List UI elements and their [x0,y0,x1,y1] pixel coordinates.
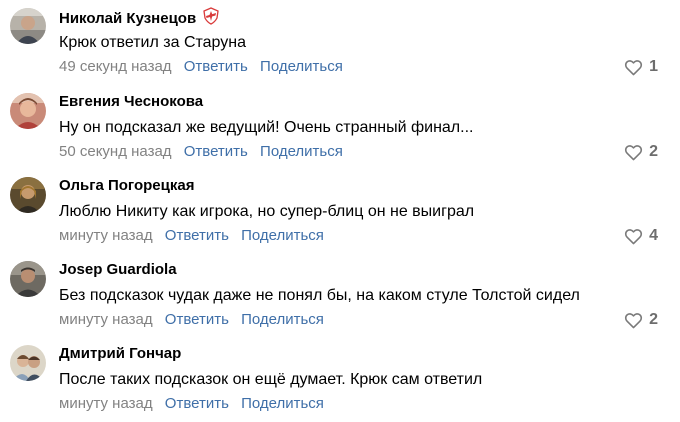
share-button[interactable]: Поделиться [241,311,324,328]
reply-button[interactable]: Ответить [184,58,248,75]
comment-item: Евгения Чеснокова Ну он подсказал же вед… [0,85,680,169]
heart-outline-icon [625,312,643,328]
author-name[interactable]: Евгения Чеснокова [59,93,203,110]
comments-feed: Николай Кузнецов Крюк ответил за Старуна… [0,0,680,422]
comment-item: Ольга Погорецкая Люблю Никиту как игрока… [0,169,680,253]
share-button[interactable]: Поделиться [241,227,324,244]
like-count: 1 [649,58,658,75]
heart-outline-icon [625,228,643,244]
like-count: 2 [649,311,658,328]
comment-text: Крюк ответил за Старуна [59,34,247,51]
like-count: 2 [649,143,658,160]
comment-author[interactable]: Николай Кузнецов [59,7,220,29]
avatar[interactable] [10,8,46,44]
comment-timestamp[interactable]: 50 секунд назад [59,143,172,160]
comment-author[interactable]: Ольга Погорецкая [59,176,194,196]
share-button[interactable]: Поделиться [260,58,343,75]
like-button[interactable]: 2 [624,142,658,162]
comment-author[interactable]: Евгения Чеснокова [59,92,203,112]
avatar[interactable] [10,93,46,129]
comment-timestamp[interactable]: минуту назад [59,311,153,328]
avatar[interactable] [10,345,46,381]
comment-meta: 49 секунд назад Ответить Поделиться [59,57,343,77]
comment-text: Ну он подсказал же ведущий! Очень странн… [59,119,474,136]
like-button[interactable]: 2 [624,310,658,330]
comment-meta: минуту назад Ответить Поделиться [59,394,324,414]
share-button[interactable]: Поделиться [260,143,343,160]
comment-text: Люблю Никиту как игрока, но супер-блиц о… [59,203,475,220]
author-name[interactable]: Ольга Погорецкая [59,177,194,194]
comment-text: После таких подсказок он ещё думает. Крю… [59,371,483,388]
author-name[interactable]: Дмитрий Гончар [59,345,181,362]
comment-meta: минуту назад Ответить Поделиться [59,226,324,246]
avatar[interactable] [10,177,46,213]
reply-button[interactable]: Ответить [165,311,229,328]
share-button[interactable]: Поделиться [241,395,324,412]
comment-item: Дмитрий Гончар После таких подсказок он … [0,337,680,421]
reply-button[interactable]: Ответить [165,227,229,244]
like-count: 4 [649,227,658,244]
comment-item: Николай Кузнецов Крюк ответил за Старуна… [0,0,680,84]
comment-timestamp[interactable]: минуту назад [59,227,153,244]
like-button[interactable]: 4 [624,226,658,246]
heart-outline-icon [625,59,643,75]
comment-meta: 50 секунд назад Ответить Поделиться [59,142,343,162]
comment-author[interactable]: Josep Guardiola [59,260,177,280]
reply-button[interactable]: Ответить [165,395,229,412]
author-name[interactable]: Николай Кузнецов [59,10,196,27]
comment-item: Josep Guardiola Без подсказок чудак даже… [0,253,680,337]
comment-text: Без подсказок чудак даже не понял бы, на… [59,287,580,304]
avatar[interactable] [10,261,46,297]
comment-timestamp[interactable]: минуту назад [59,395,153,412]
comment-author[interactable]: Дмитрий Гончар [59,344,181,364]
spartak-club-badge-icon [202,7,220,25]
comment-meta: минуту назад Ответить Поделиться [59,310,324,330]
heart-outline-icon [625,144,643,160]
author-name[interactable]: Josep Guardiola [59,261,177,278]
like-button[interactable]: 1 [624,57,658,77]
reply-button[interactable]: Ответить [184,143,248,160]
comment-timestamp[interactable]: 49 секунд назад [59,58,172,75]
